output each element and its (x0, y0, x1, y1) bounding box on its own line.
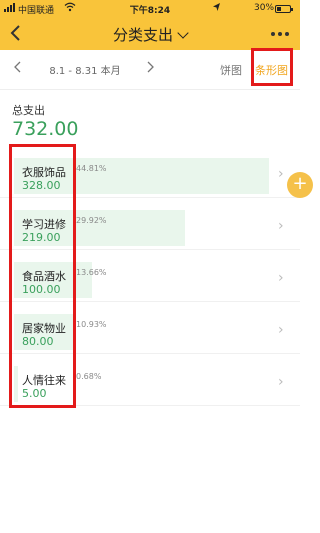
category-percent: 44.81% (76, 164, 107, 173)
highlight-box-categories (9, 144, 76, 408)
chevron-right-icon: › (278, 270, 284, 286)
chevron-right-icon: › (278, 218, 284, 234)
add-record-button[interactable]: + (287, 172, 313, 198)
title-dropdown[interactable]: 分类支出 (112, 24, 189, 45)
prev-period-button[interactable] (8, 59, 28, 79)
chevron-right-icon (147, 61, 154, 73)
tab-pie-chart[interactable]: 饼图 (220, 62, 242, 78)
category-percent: 10.93% (76, 320, 107, 329)
plus-icon: + (292, 173, 308, 194)
next-period-button[interactable] (140, 59, 160, 79)
battery-percent: 30% (254, 3, 275, 13)
chevron-down-icon (177, 26, 189, 39)
chevron-left-icon (14, 61, 21, 73)
chevron-right-icon: › (278, 322, 284, 338)
page-title: 分类支出 (112, 26, 173, 44)
chevron-right-icon: › (278, 166, 284, 182)
page-title-wrap: 分类支出 (0, 24, 300, 45)
nav-bar: 分类支出 (0, 18, 300, 50)
more-button[interactable] (268, 22, 292, 42)
status-bar: 中国联通 下午8:24 30% (0, 0, 300, 18)
highlight-box-tab (251, 48, 293, 86)
category-percent: 29.92% (76, 216, 107, 225)
chevron-right-icon: › (278, 374, 284, 390)
category-percent: 13.66% (76, 268, 107, 277)
total-label: 总支出 (12, 104, 45, 117)
app-header: 中国联通 下午8:24 30% 分类支出 (0, 0, 300, 50)
period-label: 8.1 - 8.31 本月 (49, 66, 121, 77)
battery-icon (275, 5, 293, 13)
total-value: 732.00 (12, 118, 79, 140)
category-percent: 0.68% (76, 372, 102, 381)
more-dots-icon (271, 32, 289, 36)
location-icon (212, 2, 221, 15)
